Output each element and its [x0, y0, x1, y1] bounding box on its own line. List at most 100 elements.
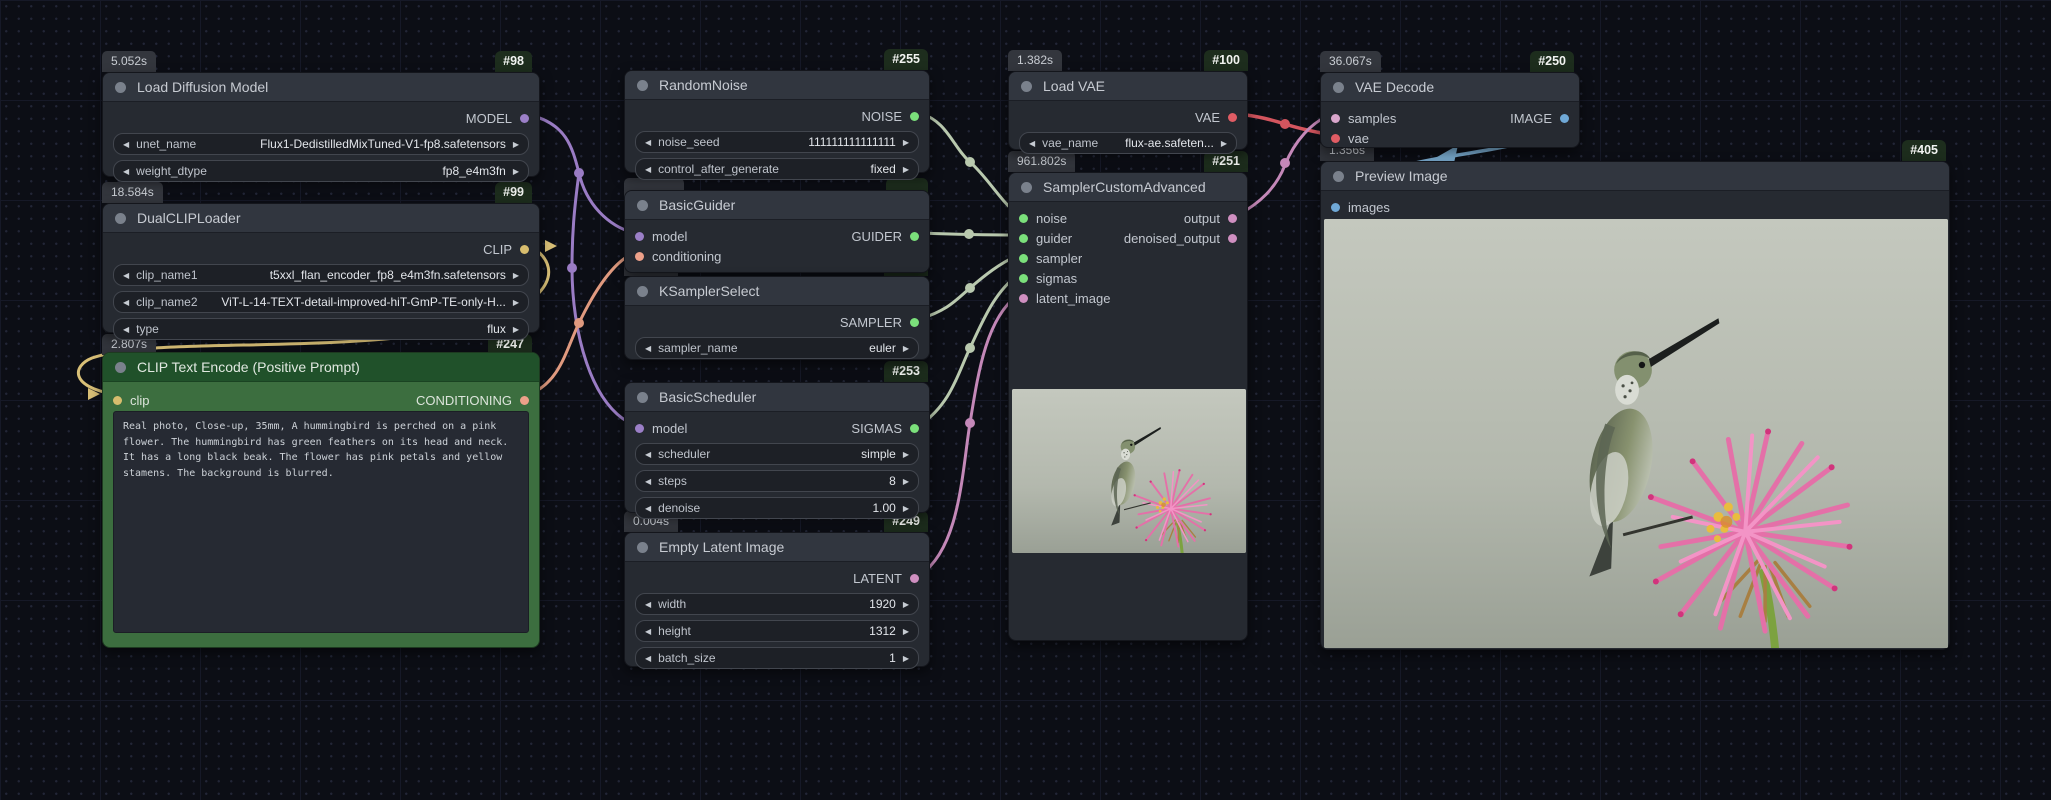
- node-header[interactable]: BasicScheduler: [625, 383, 929, 412]
- scheduler-widget[interactable]: ◀ scheduler simple ▶: [635, 443, 919, 465]
- guider-output-slot[interactable]: [910, 232, 919, 241]
- collapse-dot-icon[interactable]: [637, 286, 648, 297]
- node-empty-latent-image[interactable]: Empty Latent Image LATENT ◀ width 1920 ▶…: [624, 532, 930, 667]
- node-samplercustomadvanced[interactable]: SamplerCustomAdvanced noise output guide…: [1008, 172, 1248, 641]
- next-arrow-icon[interactable]: ▶: [513, 167, 519, 176]
- weight-dtype-widget[interactable]: ◀ weight_dtype fp8_e4m3fn ▶: [113, 160, 529, 182]
- collapse-dot-icon[interactable]: [1021, 182, 1032, 193]
- next-arrow-icon[interactable]: ▶: [1221, 139, 1227, 148]
- next-arrow-icon[interactable]: ▶: [903, 344, 909, 353]
- prev-arrow-icon[interactable]: ◀: [645, 165, 651, 174]
- next-arrow-icon[interactable]: ▶: [513, 325, 519, 334]
- latent-output-slot[interactable]: [910, 574, 919, 583]
- node-graph-canvas[interactable]: 5.052s #98 18.584s #99 2.807s #247 #255 …: [0, 0, 2051, 800]
- prev-arrow-icon[interactable]: ◀: [123, 271, 129, 280]
- prev-arrow-icon[interactable]: ◀: [123, 167, 129, 176]
- vae-input-slot[interactable]: [1331, 134, 1340, 143]
- denoised-output-slot[interactable]: [1228, 234, 1237, 243]
- conditioning-input-slot[interactable]: [635, 252, 644, 261]
- node-header[interactable]: DualCLIPLoader: [103, 204, 539, 233]
- node-header[interactable]: BasicGuider: [625, 191, 929, 220]
- node-vae-decode[interactable]: VAE Decode samples IMAGE vae: [1320, 72, 1580, 148]
- images-input-slot[interactable]: [1331, 203, 1340, 212]
- node-header[interactable]: Empty Latent Image: [625, 533, 929, 562]
- prev-arrow-icon[interactable]: ◀: [645, 450, 651, 459]
- prompt-textarea[interactable]: Real photo, Close-up, 35mm, A hummingbir…: [113, 411, 529, 633]
- noise-input-slot[interactable]: [1019, 214, 1028, 223]
- type-widget[interactable]: ◀ type flux ▶: [113, 318, 529, 340]
- prev-arrow-icon[interactable]: ◀: [1029, 139, 1035, 148]
- next-arrow-icon[interactable]: ▶: [903, 450, 909, 459]
- prev-arrow-icon[interactable]: ◀: [645, 654, 651, 663]
- model-input-slot[interactable]: [635, 424, 644, 433]
- prev-arrow-icon[interactable]: ◀: [645, 477, 651, 486]
- clip-output-slot[interactable]: [520, 245, 529, 254]
- batch-size-widget[interactable]: ◀ batch_size 1 ▶: [635, 647, 919, 669]
- node-header[interactable]: Preview Image: [1321, 162, 1949, 191]
- next-arrow-icon[interactable]: ▶: [903, 627, 909, 636]
- prev-arrow-icon[interactable]: ◀: [645, 600, 651, 609]
- node-preview-image[interactable]: Preview Image images: [1320, 161, 1950, 650]
- next-arrow-icon[interactable]: ▶: [903, 138, 909, 147]
- next-arrow-icon[interactable]: ▶: [903, 165, 909, 174]
- next-arrow-icon[interactable]: ▶: [513, 271, 519, 280]
- unet-name-widget[interactable]: ◀ unet_name Flux1-DedistilledMixTuned-V1…: [113, 133, 529, 155]
- prev-arrow-icon[interactable]: ◀: [645, 504, 651, 513]
- sampler-output-slot[interactable]: [910, 318, 919, 327]
- node-load-vae[interactable]: Load VAE VAE ◀ vae_name flux-ae.safeten.…: [1008, 71, 1248, 150]
- width-widget[interactable]: ◀ width 1920 ▶: [635, 593, 919, 615]
- control-after-generate-widget[interactable]: ◀ control_after_generate fixed ▶: [635, 158, 919, 180]
- collapse-dot-icon[interactable]: [115, 213, 126, 224]
- next-arrow-icon[interactable]: ▶: [903, 654, 909, 663]
- model-input-slot[interactable]: [635, 232, 644, 241]
- prev-arrow-icon[interactable]: ◀: [123, 298, 129, 307]
- image-output-slot[interactable]: [1560, 114, 1569, 123]
- next-arrow-icon[interactable]: ▶: [513, 298, 519, 307]
- prev-arrow-icon[interactable]: ◀: [645, 627, 651, 636]
- clip-name1-widget[interactable]: ◀ clip_name1 t5xxl_flan_encoder_fp8_e4m3…: [113, 264, 529, 286]
- node-load-diffusion-model[interactable]: Load Diffusion Model MODEL ◀ unet_name F…: [102, 72, 540, 177]
- node-basicscheduler[interactable]: BasicScheduler model SIGMAS ◀ scheduler …: [624, 382, 930, 513]
- clip-input-slot[interactable]: [113, 396, 122, 405]
- next-arrow-icon[interactable]: ▶: [903, 477, 909, 486]
- collapse-dot-icon[interactable]: [637, 200, 648, 211]
- node-header[interactable]: VAE Decode: [1321, 73, 1579, 102]
- node-header[interactable]: Load VAE: [1009, 72, 1247, 101]
- prev-arrow-icon[interactable]: ◀: [123, 325, 129, 334]
- collapse-dot-icon[interactable]: [637, 542, 648, 553]
- noise-output-slot[interactable]: [910, 112, 919, 121]
- sigmas-output-slot[interactable]: [910, 424, 919, 433]
- collapse-dot-icon[interactable]: [115, 362, 126, 373]
- node-header[interactable]: CLIP Text Encode (Positive Prompt): [103, 353, 539, 382]
- conditioning-output-slot[interactable]: [520, 396, 529, 405]
- collapse-dot-icon[interactable]: [637, 80, 648, 91]
- node-header[interactable]: RandomNoise: [625, 71, 929, 100]
- prev-arrow-icon[interactable]: ◀: [645, 138, 651, 147]
- collapse-dot-icon[interactable]: [1021, 81, 1032, 92]
- node-ksamplerselect[interactable]: KSamplerSelect SAMPLER ◀ sampler_name eu…: [624, 276, 930, 360]
- guider-input-slot[interactable]: [1019, 234, 1028, 243]
- steps-widget[interactable]: ◀ steps 8 ▶: [635, 470, 919, 492]
- node-header[interactable]: SamplerCustomAdvanced: [1009, 173, 1247, 202]
- node-header[interactable]: KSamplerSelect: [625, 277, 929, 306]
- denoise-widget[interactable]: ◀ denoise 1.00 ▶: [635, 497, 919, 519]
- node-basicguider[interactable]: BasicGuider model GUIDER conditioning: [624, 190, 930, 273]
- prev-arrow-icon[interactable]: ◀: [123, 140, 129, 149]
- node-randomnoise[interactable]: RandomNoise NOISE ◀ noise_seed 111111111…: [624, 70, 930, 173]
- node-dualcliploader[interactable]: DualCLIPLoader CLIP ◀ clip_name1 t5xxl_f…: [102, 203, 540, 333]
- prev-arrow-icon[interactable]: ◀: [645, 344, 651, 353]
- output-slot[interactable]: [1228, 214, 1237, 223]
- noise-seed-widget[interactable]: ◀ noise_seed 111111111111111 ▶: [635, 131, 919, 153]
- collapse-dot-icon[interactable]: [1333, 82, 1344, 93]
- collapse-dot-icon[interactable]: [115, 82, 126, 93]
- next-arrow-icon[interactable]: ▶: [903, 504, 909, 513]
- node-clip-text-encode-positive[interactable]: CLIP Text Encode (Positive Prompt) clip …: [102, 352, 540, 648]
- height-widget[interactable]: ◀ height 1312 ▶: [635, 620, 919, 642]
- sigmas-input-slot[interactable]: [1019, 274, 1028, 283]
- node-header[interactable]: Load Diffusion Model: [103, 73, 539, 102]
- clip-name2-widget[interactable]: ◀ clip_name2 ViT-L-14-TEXT-detail-improv…: [113, 291, 529, 313]
- sampler-input-slot[interactable]: [1019, 254, 1028, 263]
- vae-name-widget[interactable]: ◀ vae_name flux-ae.safeten... ▶: [1019, 132, 1237, 154]
- vae-output-slot[interactable]: [1228, 113, 1237, 122]
- next-arrow-icon[interactable]: ▶: [903, 600, 909, 609]
